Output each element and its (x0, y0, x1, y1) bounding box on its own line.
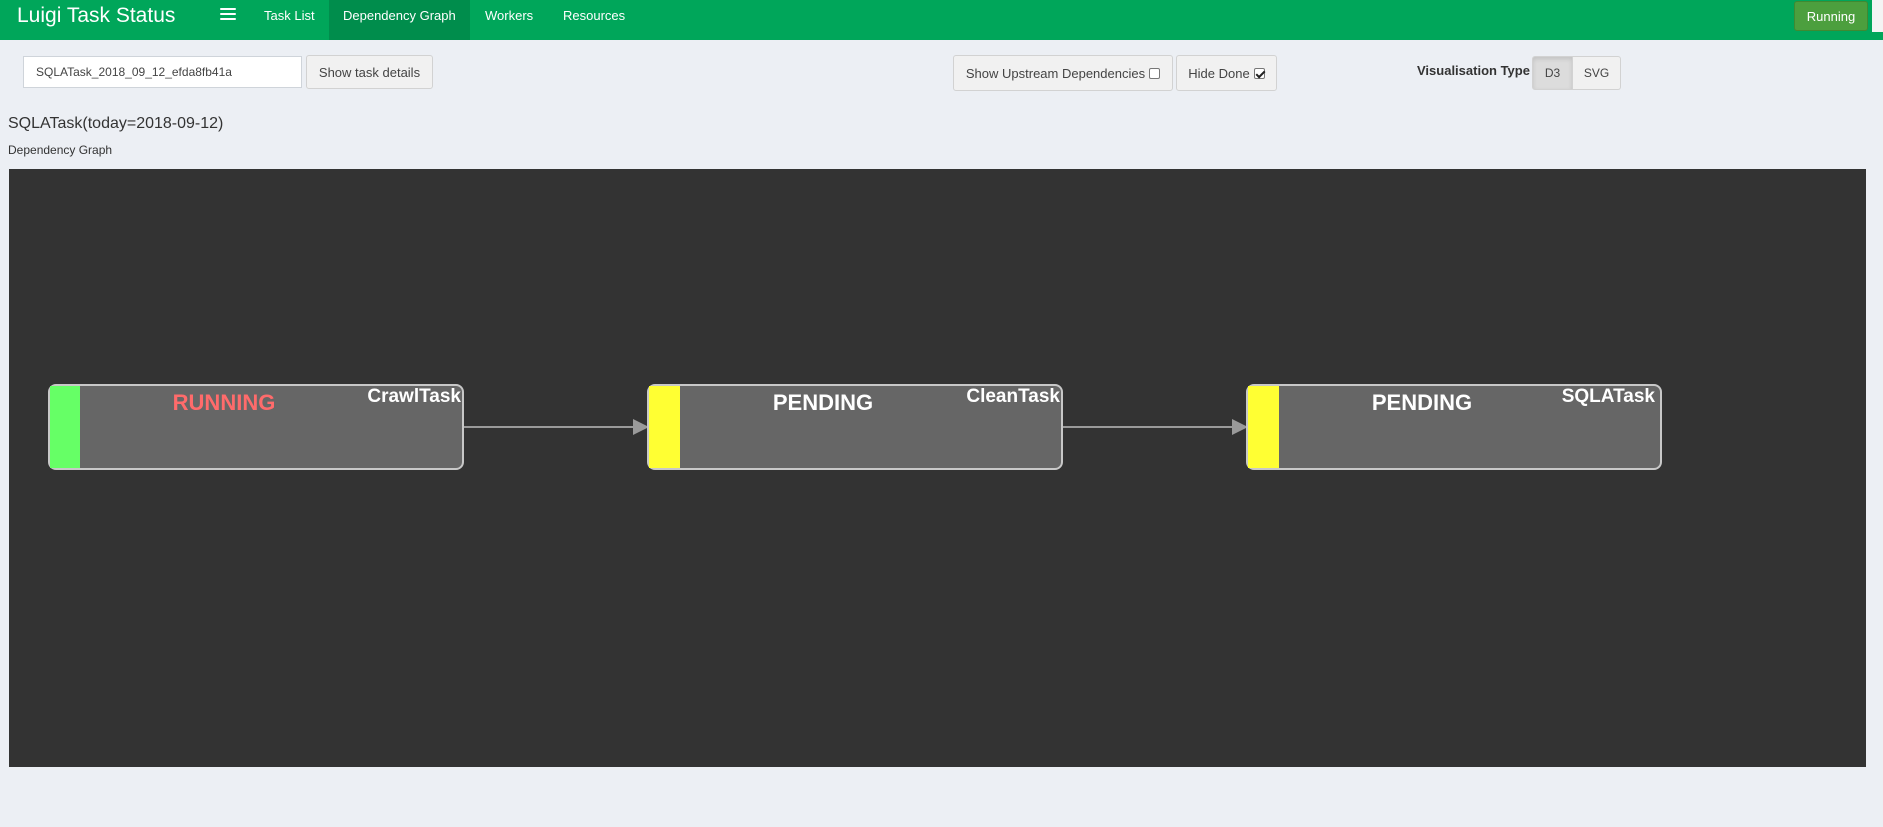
status-edge (1872, 0, 1883, 32)
node-status-cleantask: PENDING (773, 390, 873, 415)
top-navbar: Luigi Task Status Task List Dependency G… (0, 0, 1883, 40)
hide-done-label: Hide Done (1188, 65, 1250, 81)
node-name-cleantask: CleanTask (966, 386, 1060, 407)
dependency-graph-svg: RUNNING CrawlTask PENDING CleanTask PEND… (48, 384, 1662, 470)
node-name-crawltask: CrawlTask (367, 386, 461, 407)
nav-resources[interactable]: Resources (549, 0, 639, 40)
node-status-crawltask: RUNNING (173, 390, 276, 415)
brand-title[interactable]: Luigi Task Status (17, 4, 175, 28)
node-status-bar-sqlatask (1248, 386, 1279, 468)
nav-workers[interactable]: Workers (471, 0, 547, 40)
node-status-bar-crawltask (50, 386, 80, 468)
visualisation-type-label: Visualisation Type (1417, 63, 1530, 78)
show-task-details-button[interactable]: Show task details (306, 55, 433, 89)
graph-section-label: Dependency Graph (8, 143, 113, 157)
hamburger-menu-icon[interactable] (220, 8, 236, 22)
show-task-details-label: Show task details (318, 64, 421, 80)
hide-done-checkbox[interactable] (1253, 67, 1265, 79)
graph-node-sqlatask[interactable]: PENDING SQLATask (1246, 384, 1662, 470)
visualisation-svg-button[interactable]: SVG (1573, 56, 1621, 90)
task-id-input[interactable] (23, 56, 302, 88)
hide-done-toggle[interactable]: Hide Done (1176, 55, 1277, 91)
scheduler-status-button[interactable]: Running (1794, 1, 1868, 31)
visualisation-d3-button[interactable]: D3 (1532, 56, 1573, 90)
graph-node-crawltask[interactable]: RUNNING CrawlTask (48, 384, 464, 470)
upstream-label: Show Upstream Dependencies (965, 65, 1146, 81)
node-name-sqlatask: SQLATask (1562, 386, 1656, 407)
task-title: SQLATask(today=2018-09-12) (8, 115, 224, 132)
nav-dependency-graph[interactable]: Dependency Graph (329, 0, 470, 40)
node-status-bar-cleantask (649, 386, 680, 468)
dependency-graph-canvas: RUNNING CrawlTask PENDING CleanTask PEND… (9, 169, 1866, 767)
graph-node-cleantask[interactable]: PENDING CleanTask (647, 384, 1063, 470)
upstream-checkbox[interactable] (1149, 67, 1161, 79)
nav-task-list[interactable]: Task List (250, 0, 329, 40)
show-upstream-dependencies-toggle[interactable]: Show Upstream Dependencies (953, 55, 1173, 91)
node-status-sqlatask: PENDING (1372, 390, 1472, 415)
